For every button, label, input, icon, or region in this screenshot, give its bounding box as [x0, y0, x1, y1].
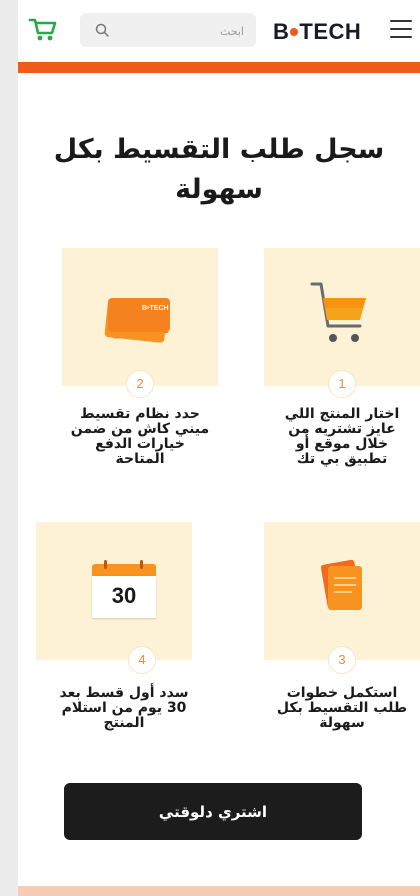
header: B TECH	[18, 0, 420, 62]
cart-icon	[28, 18, 57, 41]
calendar-ring-right	[140, 560, 143, 569]
step-3-card: 3	[264, 522, 420, 674]
step-4-number-badge: 4	[128, 646, 156, 674]
step-2-number-badge: 2	[126, 370, 154, 398]
hamburger-menu-icon[interactable]	[390, 20, 412, 40]
calendar-ring-left	[104, 560, 107, 569]
calendar-body: 30	[92, 576, 156, 618]
search-input[interactable]	[122, 21, 246, 41]
shopping-cart-icon	[310, 282, 366, 342]
step-2-card: B•TECH 2	[62, 248, 218, 398]
step-2-text: حدد نظام تقسيط ميني كاش من ضمن خيارات ال…	[70, 406, 210, 467]
step-1-number-badge: 1	[328, 370, 356, 398]
bottom-accent-bar	[18, 886, 420, 896]
cart-button[interactable]	[28, 16, 58, 44]
card-icon: B•TECH	[104, 298, 170, 343]
logo-text-tech: TECH	[299, 19, 362, 44]
header-accent-bar	[18, 62, 420, 73]
btech-logo[interactable]: B TECH	[273, 19, 361, 45]
documents-icon	[320, 559, 362, 610]
step-1-text: اختار المنتج اللي عايز تشتريه من خلال مو…	[284, 406, 400, 467]
page-title: سجل طلب التقسيط بكل سهولة	[53, 134, 385, 205]
calendar-day-number: 30	[111, 583, 137, 608]
step-3-text: استكمل خطوات طلب التقسيط بكل سهولة	[276, 685, 408, 731]
logo-text-b: B	[273, 19, 290, 44]
step-4-text: سدد أول قسط بعد 30 يوم من استلام المنتج	[59, 685, 189, 731]
logo-dot	[290, 28, 299, 37]
step-1-card: 1	[264, 248, 420, 398]
calendar-header	[92, 564, 156, 576]
search-box[interactable]	[80, 13, 256, 47]
step-3-number-badge: 3	[328, 646, 356, 674]
step-4-card: 30 4	[36, 522, 192, 674]
page: B TECH سجل طلب التقسيط بكل سهولة 1 اختار …	[18, 0, 420, 896]
left-gutter	[0, 0, 18, 896]
calendar-icon: 30	[92, 560, 156, 618]
buy-now-button[interactable]: اشتري دلوقتي	[64, 783, 362, 840]
search-icon[interactable]	[94, 22, 110, 38]
card-logo-text: B•TECH	[142, 305, 169, 312]
